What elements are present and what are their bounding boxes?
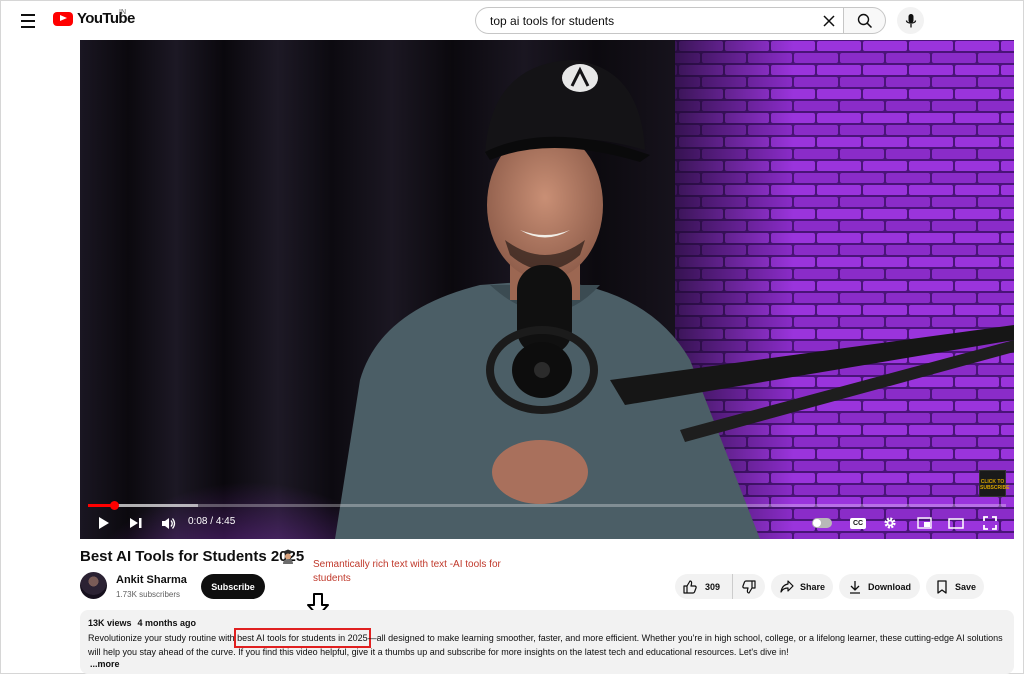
video-title: Best AI Tools for Students 2025 xyxy=(80,548,305,565)
download-button[interactable]: Download xyxy=(839,574,920,599)
next-icon xyxy=(130,518,142,528)
share-button[interactable]: Share xyxy=(771,574,833,599)
view-count: 13K views xyxy=(88,618,132,628)
subscribe-watermark[interactable]: CLICK TO SUBSCRIBE xyxy=(979,470,1009,497)
like-button[interactable]: 309 xyxy=(675,574,733,599)
dislike-button[interactable] xyxy=(733,574,765,599)
save-label: Save xyxy=(955,581,977,592)
autoplay-toggle[interactable] xyxy=(810,514,834,532)
share-label: Share xyxy=(800,581,826,592)
miniplayer-button[interactable] xyxy=(914,514,934,532)
time-total: 4:45 xyxy=(215,516,236,527)
save-button[interactable]: Save xyxy=(926,574,984,599)
youtube-play-icon xyxy=(53,11,73,26)
settings-button[interactable] xyxy=(880,514,900,532)
thumbs-up-icon xyxy=(683,579,697,594)
avatar[interactable] xyxy=(80,572,107,599)
captions-icon: CC xyxy=(850,517,866,529)
theater-icon xyxy=(948,517,964,529)
time-display: 0:08 / 4:45 xyxy=(188,516,236,527)
graduate-icon xyxy=(282,549,294,564)
search-button[interactable] xyxy=(843,7,886,34)
like-dislike-group: 309 xyxy=(675,574,765,599)
volume-icon xyxy=(161,517,175,529)
show-more-link[interactable]: ...more xyxy=(90,659,120,669)
autoplay-icon xyxy=(812,518,832,528)
menu-icon[interactable] xyxy=(14,8,42,34)
subscribe-button[interactable]: Subscribe xyxy=(201,574,265,599)
highlighted-keyword: best AI tools for students in 2025 xyxy=(234,628,371,648)
annotation-note: Semantically rich text with text -AI too… xyxy=(313,559,501,584)
gear-icon xyxy=(884,517,896,529)
share-icon xyxy=(780,580,794,593)
volume-button[interactable] xyxy=(158,514,178,532)
description-meta: 13K views 4 months ago xyxy=(88,618,196,628)
search-input[interactable] xyxy=(488,12,812,29)
scrubber-knob[interactable] xyxy=(109,501,119,510)
play-button[interactable] xyxy=(94,514,114,532)
like-count: 309 xyxy=(705,581,721,592)
description-text: Revolutionize your study routine with be… xyxy=(88,628,1013,659)
download-label: Download xyxy=(868,581,911,592)
country-code: IN xyxy=(119,9,126,16)
miniplayer-icon xyxy=(916,517,932,529)
bookmark-icon xyxy=(937,579,947,594)
next-button[interactable] xyxy=(126,514,146,532)
clear-search-icon[interactable] xyxy=(821,13,837,29)
fullscreen-button[interactable] xyxy=(980,514,1000,532)
time-current: 0:08 xyxy=(188,516,208,527)
description-before: Revolutionize your study routine with xyxy=(88,633,238,643)
subscriber-count: 1.73K subscribers xyxy=(116,590,181,599)
play-icon xyxy=(99,517,109,529)
theater-mode-button[interactable] xyxy=(946,514,966,532)
video-player[interactable]: CLICK TO SUBSCRIBE 0:08 / 4:45 CC xyxy=(80,40,1014,539)
captions-button[interactable]: CC xyxy=(848,514,868,532)
description-box[interactable]: 13K views 4 months ago Revolutionize your… xyxy=(80,610,1014,674)
voice-search-button[interactable] xyxy=(897,7,924,34)
upload-age: 4 months ago xyxy=(137,618,197,628)
download-icon xyxy=(850,580,860,594)
thumbs-down-icon xyxy=(742,579,756,594)
search-icon xyxy=(857,13,872,28)
logo-text: YouTube xyxy=(77,10,135,27)
microphone-icon xyxy=(905,13,916,27)
fullscreen-icon xyxy=(983,516,997,530)
video-frame xyxy=(80,40,1014,539)
search-box xyxy=(475,7,843,34)
channel-name[interactable]: Ankit Sharma xyxy=(116,574,187,586)
progress-bar[interactable] xyxy=(88,501,1006,510)
